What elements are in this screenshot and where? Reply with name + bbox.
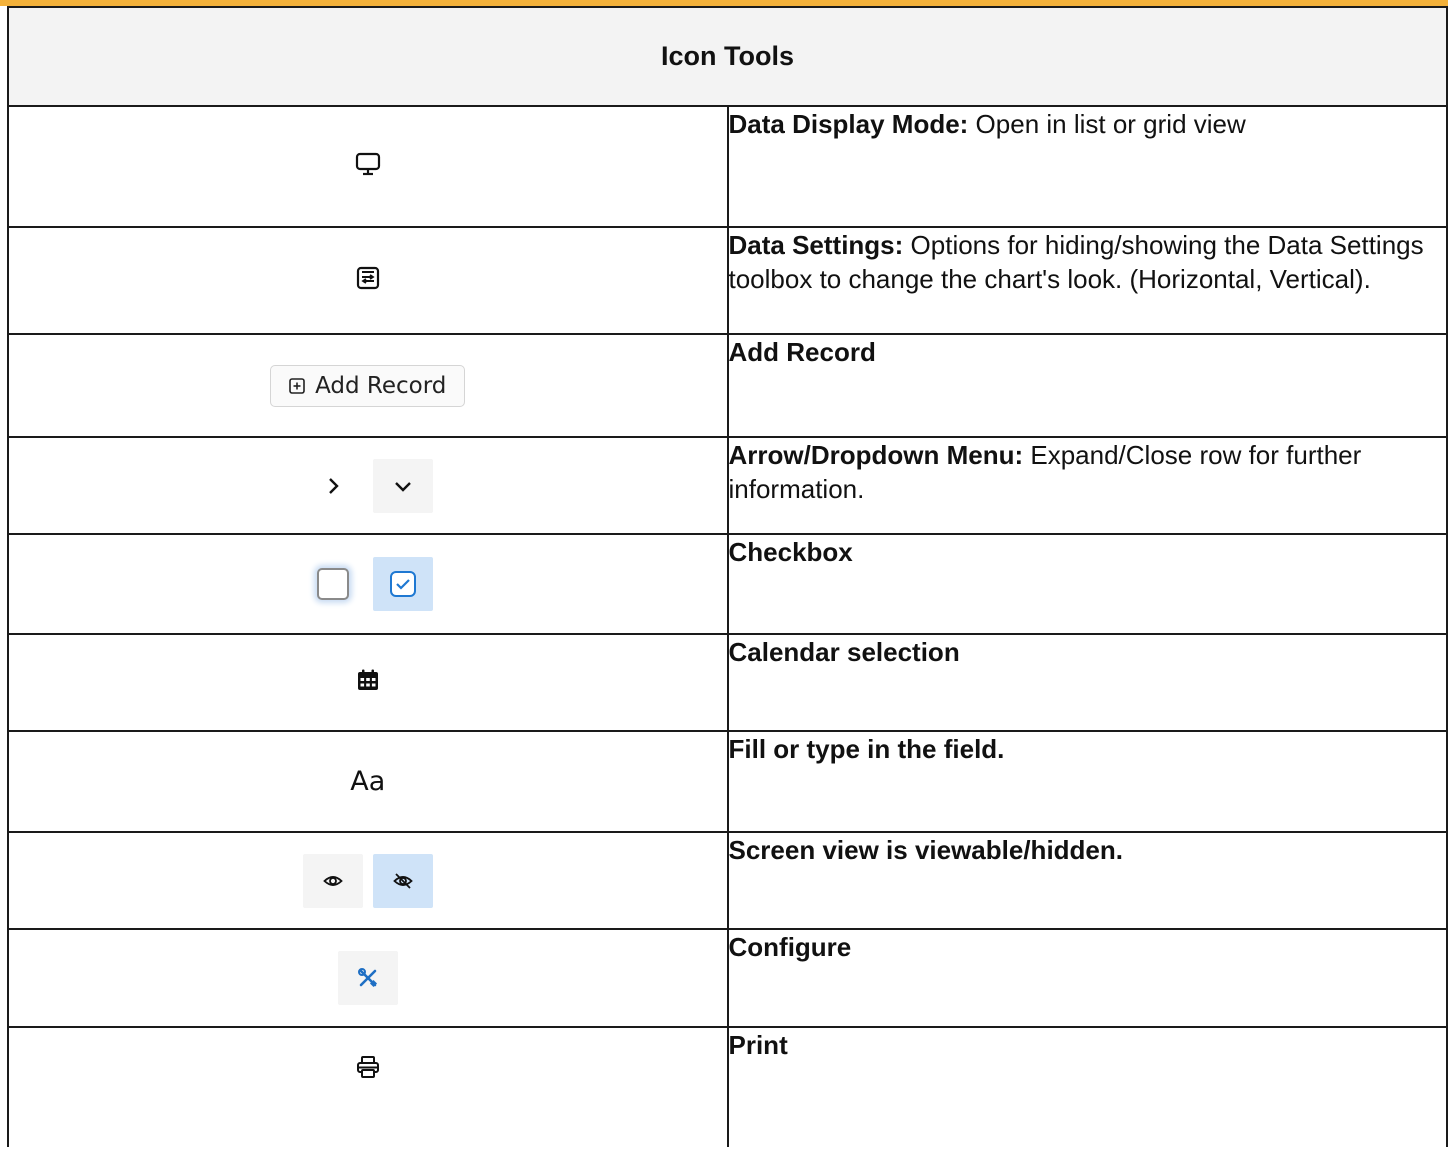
print-icon[interactable] [356,1055,380,1084]
table-row: Calendar selection [7,633,1448,732]
checkbox-checked-tile[interactable] [372,557,433,611]
table-row: Screen view is viewable/hidden. [7,831,1448,930]
row-label: Data Settings: [728,230,904,260]
eye-tile[interactable] [302,853,363,908]
chevron-right-icon [328,477,339,494]
checkbox-unchecked-tile[interactable] [303,557,363,611]
table-row: Aa Fill or type in the field. [7,730,1448,833]
table-row: Print [7,1026,1448,1147]
text-field-icon[interactable]: Aa [350,766,385,797]
table-title: Icon Tools [7,6,1448,107]
add-record-button[interactable]: Add Record [270,364,466,407]
table-row: Checkbox [7,533,1448,635]
configure-tile[interactable] [337,951,398,1005]
row-label: Fill or type in the field. [728,734,1005,764]
chevron-right-tile[interactable] [303,459,363,513]
row-label: Data Display Mode: [728,109,969,139]
table-row: Arrow/Dropdown Menu: Expand/Close row fo… [7,436,1448,535]
row-label: Print [728,1030,788,1060]
table-row: Configure [7,928,1448,1028]
row-text: Open in list or grid view [968,109,1246,139]
row-label: Configure [728,932,852,962]
icon-tools-table: Icon Tools Data Display Mode: Open in li… [7,6,1448,1147]
checkbox-checked-icon [389,571,416,597]
checkbox-unchecked-icon [316,568,349,600]
configure-icon [357,968,377,988]
eye-off-tile[interactable] [372,853,433,908]
row-label: Calendar selection [728,637,960,667]
plus-square-icon [289,377,305,394]
eye-off-icon [392,872,413,889]
table-row: Data Settings: Options for hiding/showin… [7,226,1448,335]
chevron-down-icon [394,481,411,492]
row-label: Checkbox [728,537,853,567]
chevron-down-tile[interactable] [372,458,433,513]
row-label: Screen view is viewable/hidden. [728,835,1124,865]
table-row: Add Record Add Record [7,333,1448,438]
table-row: Data Display Mode: Open in list or grid … [7,105,1448,228]
eye-icon [322,875,343,886]
add-record-button-label: Add Record [315,372,447,399]
monitor-icon[interactable] [355,151,381,182]
row-label: Arrow/Dropdown Menu: [728,440,1024,470]
row-label: Add Record [728,337,876,367]
data-settings-icon[interactable] [356,266,380,295]
calendar-icon[interactable] [356,668,380,697]
